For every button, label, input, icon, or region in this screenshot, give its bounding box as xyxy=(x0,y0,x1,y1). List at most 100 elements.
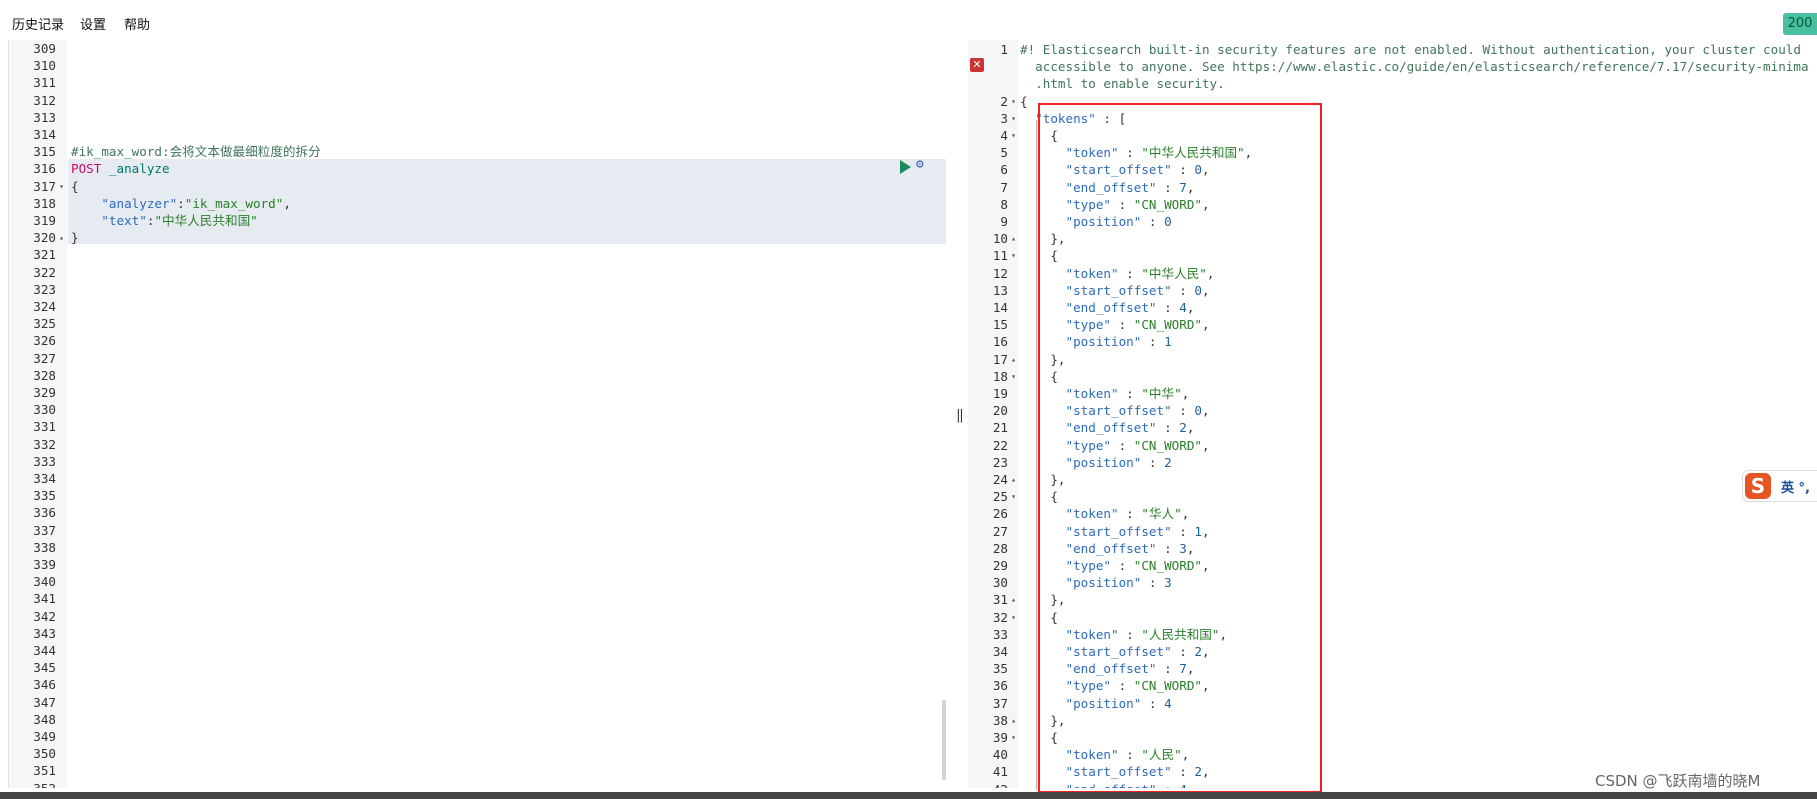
line-number: 324 xyxy=(33,299,56,314)
line-number: 17 xyxy=(992,351,1008,367)
code-token: "analyzer" xyxy=(101,195,178,211)
line-number: 19 xyxy=(992,386,1008,401)
line-number: 346 xyxy=(33,677,56,693)
line-number: 7 xyxy=(1000,179,1008,195)
fold-toggle-icon[interactable]: ▴ xyxy=(1011,591,1016,608)
code-line[interactable]: { xyxy=(1020,93,1028,110)
line-number: 8 xyxy=(1000,196,1008,212)
ime-toolbar[interactable]: S 英 °, xyxy=(1742,470,1817,502)
code-line[interactable]: POST _analyze xyxy=(71,160,170,177)
code-token: "ik_max_word" xyxy=(184,195,284,211)
line-number: 30 xyxy=(992,575,1008,591)
code-line[interactable]: } xyxy=(71,229,79,246)
line-number: 332 xyxy=(33,436,56,452)
line-number: 4 xyxy=(1000,128,1008,143)
line-number: 25 xyxy=(992,489,1008,505)
line-number: 13 xyxy=(992,282,1008,298)
line-number: 14 xyxy=(992,300,1008,315)
error-icon[interactable]: ✕ xyxy=(970,58,984,72)
line-number: 336 xyxy=(33,505,56,521)
indent-guide xyxy=(1036,120,1037,790)
wrench-icon[interactable]: ⚙ xyxy=(916,157,924,172)
code-line[interactable]: .html to enable security. xyxy=(1020,75,1225,92)
line-number: 348 xyxy=(33,711,56,727)
line-number: 331 xyxy=(33,419,56,435)
fold-toggle-icon[interactable]: ▴ xyxy=(59,229,64,246)
fold-toggle-icon[interactable]: ▾ xyxy=(1011,488,1016,505)
line-number: 18 xyxy=(992,368,1008,384)
menu-history[interactable]: 历史记录 xyxy=(12,14,64,33)
code-line[interactable]: "text":"中华人民共和国" xyxy=(71,212,257,229)
line-number: 34 xyxy=(992,644,1008,659)
fold-toggle-icon[interactable]: ▾ xyxy=(1011,368,1016,385)
line-number: 321 xyxy=(33,247,56,263)
fold-toggle-icon[interactable]: ▾ xyxy=(1011,127,1016,144)
menu-help[interactable]: 帮助 xyxy=(124,14,150,33)
line-number: 326 xyxy=(33,333,56,349)
line-number: 328 xyxy=(33,367,56,383)
line-number: 312 xyxy=(33,92,56,108)
line-number: 36 xyxy=(992,678,1008,694)
fold-toggle-icon[interactable]: ▾ xyxy=(1011,609,1016,626)
line-number: 2 xyxy=(1000,93,1008,109)
fold-toggle-icon[interactable]: ▾ xyxy=(1011,93,1016,110)
fold-toggle-icon[interactable]: ▾ xyxy=(1011,729,1016,746)
line-number: 343 xyxy=(33,625,56,641)
code-token: , xyxy=(283,195,291,211)
line-number: 10 xyxy=(992,231,1008,247)
line-number: 351 xyxy=(33,763,56,779)
code-token: #ik_max_word:会将文本做最细粒度的拆分 xyxy=(71,144,321,160)
line-number: 318 xyxy=(33,195,56,211)
line-number: 330 xyxy=(33,402,56,418)
line-number: 31 xyxy=(992,592,1008,608)
request-editor[interactable]: ⚙ 309 310 311 312 313 314 315 #ik_max_word:会将文本… xyxy=(8,40,959,788)
line-number: 37 xyxy=(992,695,1008,711)
line-number: 319 xyxy=(33,213,56,228)
line-number: 311 xyxy=(33,75,56,91)
line-number: 15 xyxy=(992,317,1008,333)
line-number: 320 xyxy=(33,230,56,246)
line-number: 317 xyxy=(33,178,56,194)
line-number: 42 xyxy=(993,781,1008,788)
line-number: 322 xyxy=(33,264,56,280)
line-number: 334 xyxy=(33,471,56,486)
fold-toggle-icon[interactable]: ▴ xyxy=(1011,230,1016,247)
line-number: 20 xyxy=(992,403,1008,419)
fold-toggle-icon[interactable]: ▾ xyxy=(1011,110,1016,127)
line-number: 24 xyxy=(992,472,1008,487)
line-number: 32 xyxy=(992,609,1008,625)
fold-toggle-icon[interactable]: ▾ xyxy=(59,178,64,195)
line-number: 335 xyxy=(33,488,56,504)
line-number: 22 xyxy=(992,437,1008,453)
line-number: 340 xyxy=(33,574,56,590)
line-number: 26 xyxy=(992,506,1008,522)
code-line[interactable]: accessible to anyone. See https://www.el… xyxy=(1020,58,1809,75)
line-number: 315 xyxy=(33,144,56,160)
line-number: 352 xyxy=(33,780,56,788)
play-icon[interactable] xyxy=(900,160,911,174)
code-line[interactable]: #! Elasticsearch built-in security featu… xyxy=(1020,41,1801,58)
menu-settings[interactable]: 设置 xyxy=(80,14,106,33)
request-scrollbar[interactable] xyxy=(942,700,946,780)
code-token: "text" xyxy=(101,213,147,228)
code-line[interactable]: { xyxy=(71,178,79,195)
code-line[interactable]: #ik_max_word:会将文本做最细粒度的拆分 xyxy=(71,143,321,160)
code-token: } xyxy=(71,230,79,246)
line-number: 325 xyxy=(33,316,56,332)
line-number: 327 xyxy=(33,350,56,366)
code-token: accessible to anyone. See https://www.el… xyxy=(1020,59,1809,75)
pane-divider-icon[interactable]: ‖ xyxy=(956,408,964,423)
fold-toggle-icon[interactable]: ▴ xyxy=(1011,351,1016,368)
line-number: 349 xyxy=(33,729,56,744)
line-number: 341 xyxy=(33,591,56,607)
fold-toggle-icon[interactable]: ▾ xyxy=(1011,247,1016,264)
line-number: 23 xyxy=(992,454,1008,470)
ime-mode-label: 英 °, xyxy=(1781,481,1810,496)
fold-toggle-icon[interactable]: ▴ xyxy=(1011,471,1016,488)
line-number: 35 xyxy=(992,661,1008,677)
code-token: _analyze xyxy=(101,161,170,177)
code-line[interactable]: "analyzer":"ik_max_word", xyxy=(71,195,291,212)
line-number: 9 xyxy=(1000,214,1008,229)
line-number: 316 xyxy=(33,161,56,177)
fold-toggle-icon[interactable]: ▴ xyxy=(1011,712,1016,729)
